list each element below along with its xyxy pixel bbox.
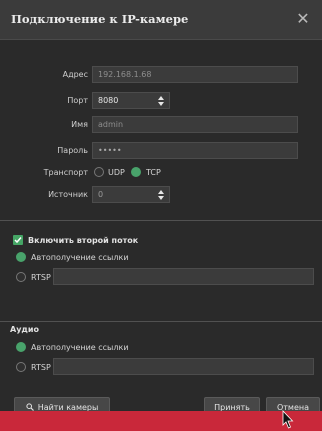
source-label: Источник	[48, 190, 88, 199]
dialog-titlebar: Подключение к IP-камере ✕	[0, 0, 322, 40]
mouse-pointer-icon	[282, 410, 294, 429]
stream-auto-radio[interactable]	[16, 252, 26, 262]
dialog-title: Подключение к IP-камере	[11, 12, 189, 26]
port-label: Порт	[67, 96, 88, 105]
spinner-icon[interactable]	[158, 190, 164, 200]
port-value: 8080	[98, 96, 119, 105]
divider	[0, 321, 322, 322]
transport-udp-radio[interactable]	[94, 167, 104, 177]
source-stepper[interactable]: 0	[92, 186, 170, 203]
stream-rtsp-radio[interactable]	[16, 272, 26, 282]
transport-tcp-radio[interactable]	[131, 167, 141, 177]
audio-rtsp-label: RTSP	[31, 363, 51, 372]
stream-rtsp-input[interactable]	[53, 268, 314, 285]
address-label: Адрес	[62, 70, 88, 79]
second-stream-label: Включить второй поток	[28, 236, 139, 245]
search-icon	[26, 403, 34, 411]
password-label: Пароль	[57, 146, 88, 155]
port-stepper[interactable]: 8080	[92, 92, 170, 109]
audio-auto-label: Автополучение ссылки	[31, 343, 129, 352]
check-icon	[14, 237, 22, 244]
transport-udp-label: UDP	[108, 168, 125, 177]
name-input[interactable]: admin	[92, 116, 298, 133]
audio-rtsp-radio[interactable]	[16, 362, 26, 372]
divider	[0, 220, 322, 221]
stream-rtsp-label: RTSP	[31, 273, 51, 282]
audio-auto-radio[interactable]	[16, 342, 26, 352]
name-label: Имя	[71, 120, 88, 129]
close-icon[interactable]: ✕	[292, 8, 314, 30]
password-input[interactable]: •••••	[92, 142, 298, 159]
audio-rtsp-input[interactable]	[53, 358, 314, 375]
alert-strip	[0, 411, 322, 431]
spinner-icon[interactable]	[158, 96, 164, 106]
stream-auto-label: Автополучение ссылки	[31, 253, 129, 262]
transport-tcp-label: TCP	[146, 168, 161, 177]
source-value: 0	[98, 190, 104, 199]
second-stream-checkbox[interactable]	[13, 235, 23, 245]
transport-label: Транспорт	[43, 168, 88, 177]
audio-section-title: Аудио	[10, 325, 39, 334]
address-input[interactable]: 192.168.1.68	[92, 66, 298, 83]
